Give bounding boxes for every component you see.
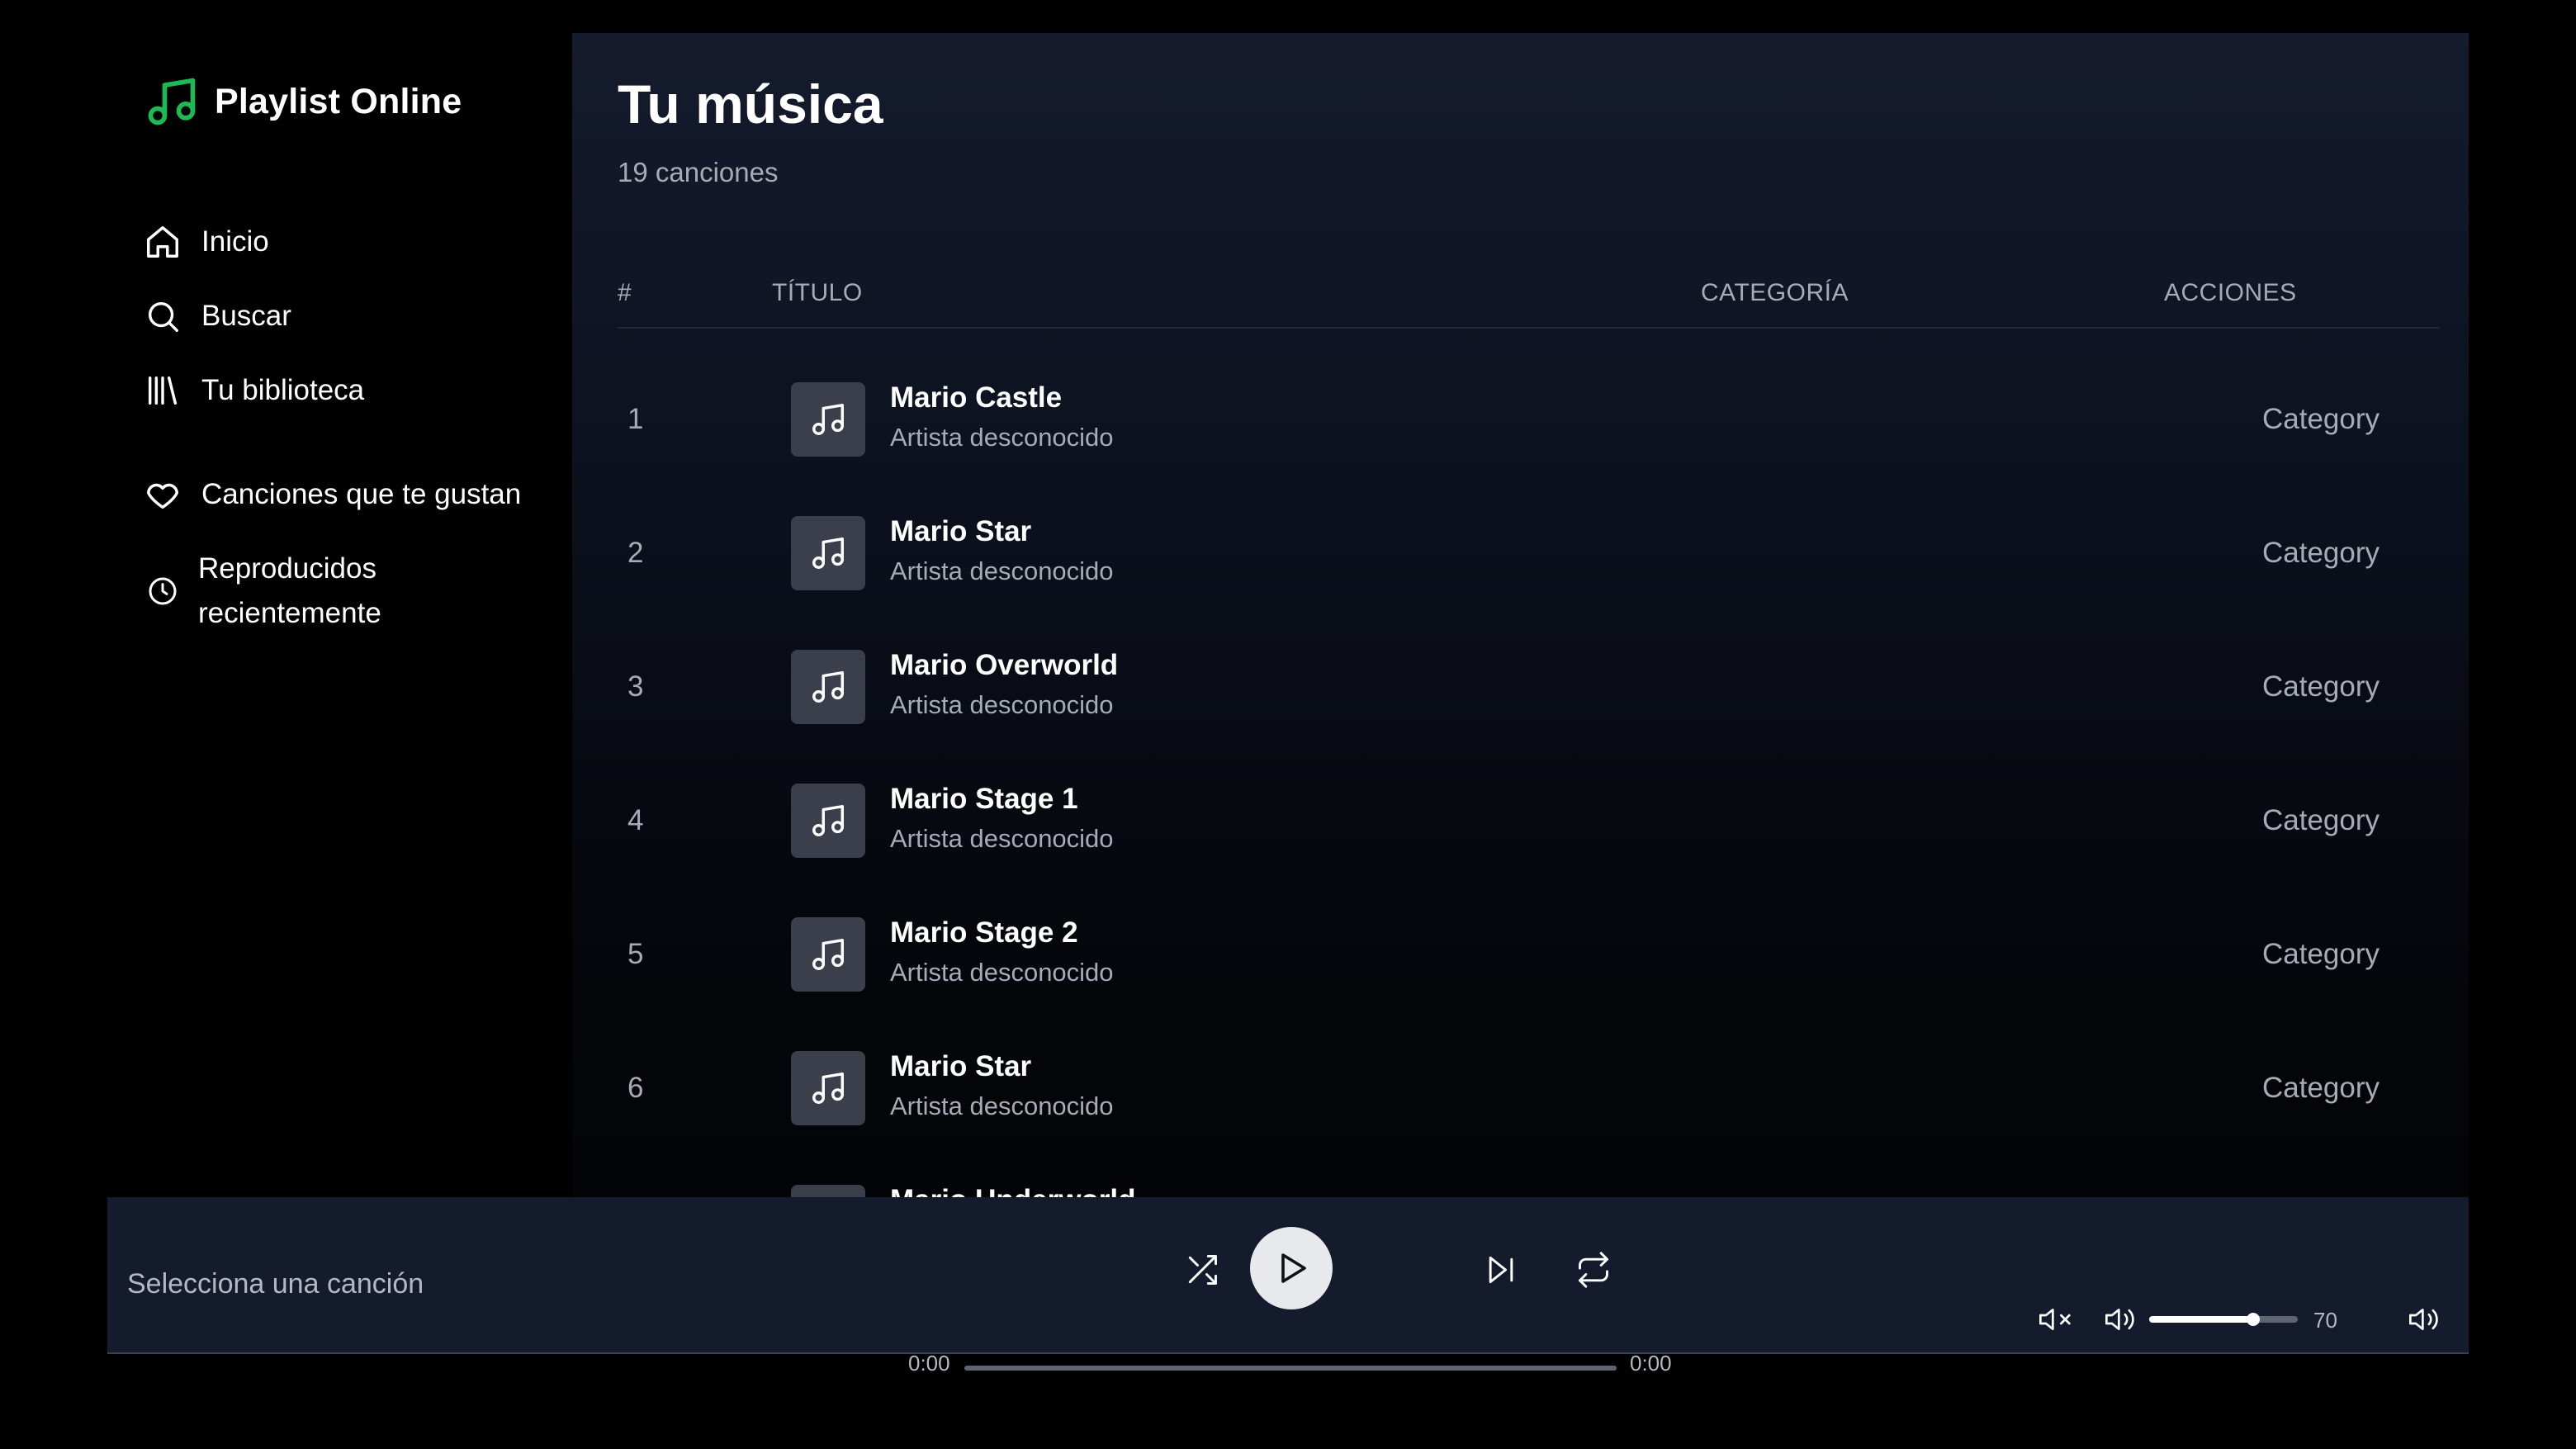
music-note-icon bbox=[809, 802, 847, 840]
app-name: Playlist Online bbox=[215, 81, 462, 121]
track-title[interactable]: Mario Castle bbox=[890, 381, 1062, 414]
volume-mute-icon bbox=[2038, 1303, 2074, 1336]
table-row[interactable]: 1 Mario Castle Artista desconocido Category bbox=[618, 353, 2440, 487]
track-title[interactable]: Mario Overworld bbox=[890, 649, 1118, 682]
next-button[interactable] bbox=[1478, 1247, 1524, 1293]
track-title[interactable]: Mario Star bbox=[890, 515, 1031, 548]
table-row[interactable]: 7Mario UnderworldArtista desconocidoCate… bbox=[618, 1156, 2440, 1197]
track-artwork bbox=[791, 382, 865, 457]
app-logo[interactable]: Playlist Online bbox=[144, 73, 462, 130]
volume-slider[interactable] bbox=[2149, 1313, 2298, 1326]
sidebar-item-label: Inicio bbox=[201, 225, 269, 258]
volume-up-icon bbox=[2408, 1303, 2444, 1336]
sidebar-item-label: Tu biblioteca bbox=[201, 374, 365, 406]
track-artwork bbox=[791, 784, 865, 858]
volume-max-button[interactable] bbox=[2408, 1303, 2444, 1339]
track-category: Category bbox=[2262, 537, 2380, 569]
track-number: 5 bbox=[627, 938, 644, 970]
table-row[interactable]: 2 Mario Star Artista desconocido Category bbox=[618, 487, 2440, 621]
home-icon bbox=[144, 223, 182, 261]
table-row[interactable]: 4 Mario Stage 1 Artista desconocido Categor… bbox=[618, 755, 2440, 888]
track-artwork bbox=[791, 917, 865, 992]
sidebar-item-liked-songs[interactable]: Canciones que te gustan bbox=[144, 472, 521, 517]
track-number: 4 bbox=[627, 804, 644, 836]
track-artwork bbox=[791, 1051, 865, 1125]
column-header-number: # bbox=[618, 279, 632, 306]
progress-bar[interactable] bbox=[964, 1366, 1617, 1371]
table-row[interactable]: 3 Mario Overworld Artista desconocido Categ… bbox=[618, 621, 2440, 755]
table-header: # TÍTULO CATEGORÍA ACCIONES bbox=[618, 263, 2440, 329]
track-category: Category bbox=[2262, 804, 2380, 836]
music-note-icon bbox=[809, 935, 847, 973]
music-note-icon bbox=[809, 400, 847, 438]
track-artwork bbox=[791, 1185, 865, 1197]
track-artist: Artista desconocido bbox=[890, 1091, 1114, 1120]
music-note-icon bbox=[809, 534, 847, 572]
column-header-actions: ACCIONES bbox=[2164, 279, 2297, 306]
app-window: Playlist Online Inicio Buscar Tu bibliot… bbox=[107, 33, 2469, 1376]
table-row[interactable]: 5 Mario Stage 2 Artista desconocido Categor… bbox=[618, 888, 2440, 1022]
sidebar-item-label: Canciones que te gustan bbox=[201, 478, 522, 510]
track-number: 1 bbox=[627, 403, 644, 435]
track-number: 6 bbox=[627, 1072, 644, 1104]
track-artist: Artista desconocido bbox=[890, 423, 1114, 452]
mute-button[interactable] bbox=[2038, 1303, 2074, 1339]
volume-value: 70 bbox=[2313, 1308, 2337, 1333]
main-panel: Tu música 19 canciones # TÍTULO CATEGORÍ… bbox=[572, 33, 2469, 1197]
volume-icon bbox=[2104, 1303, 2140, 1336]
now-playing-text: Selecciona una canción bbox=[127, 1268, 424, 1300]
music-note-icon bbox=[809, 668, 847, 706]
library-icon bbox=[144, 372, 182, 410]
music-note-icon bbox=[809, 1069, 847, 1107]
music-note-icon bbox=[144, 73, 200, 130]
heart-icon bbox=[144, 476, 182, 514]
volume-slider-fill bbox=[2149, 1316, 2253, 1323]
search-icon bbox=[144, 297, 182, 335]
sidebar-item-inicio[interactable]: Inicio bbox=[144, 220, 269, 264]
label-line: recientemente bbox=[198, 597, 381, 629]
track-category: Category bbox=[2262, 403, 2380, 435]
song-count: 19 canciones bbox=[618, 157, 779, 187]
sidebar-item-label: Reproducidos recientemente bbox=[198, 547, 381, 636]
shuffle-icon bbox=[1184, 1252, 1220, 1288]
track-title[interactable]: Mario Stage 1 bbox=[890, 783, 1078, 816]
track-title[interactable]: Mario Star bbox=[890, 1050, 1031, 1083]
table-row[interactable]: 6 Mario Star Artista desconocido Category bbox=[618, 1022, 2440, 1156]
track-artwork bbox=[791, 650, 865, 724]
sidebar-item-biblioteca[interactable]: Tu biblioteca bbox=[144, 368, 364, 413]
repeat-button[interactable] bbox=[1570, 1247, 1617, 1293]
track-artwork bbox=[791, 516, 865, 590]
label-line: Reproducidos bbox=[198, 552, 376, 585]
track-number: 2 bbox=[627, 537, 644, 569]
next-icon bbox=[1483, 1252, 1519, 1288]
play-icon bbox=[1271, 1248, 1311, 1288]
clock-icon bbox=[144, 575, 177, 608]
track-title[interactable]: Mario Stage 2 bbox=[890, 916, 1078, 949]
volume-down-button[interactable] bbox=[2104, 1303, 2140, 1339]
track-category: Category bbox=[2262, 1072, 2380, 1104]
track-artist: Artista desconocido bbox=[890, 824, 1114, 853]
sidebar-item-label: Buscar bbox=[201, 300, 291, 332]
volume-slider-handle[interactable] bbox=[2247, 1313, 2260, 1326]
page-title: Tu música bbox=[618, 73, 883, 135]
track-title[interactable]: Mario Underworld bbox=[890, 1184, 1136, 1197]
player-bar: Selecciona una canción 0:00 0:00 70 bbox=[107, 1197, 2469, 1376]
sidebar-item-recently-played[interactable]: Reproducidos recientemente bbox=[144, 547, 381, 636]
column-header-category[interactable]: CATEGORÍA bbox=[1701, 279, 1849, 307]
sidebar: Playlist Online Inicio Buscar Tu bibliot… bbox=[107, 33, 572, 1197]
track-category: Category bbox=[2262, 938, 2380, 970]
column-header-title[interactable]: TÍTULO bbox=[772, 279, 863, 307]
total-time: 0:00 bbox=[1630, 1351, 1672, 1376]
track-artist: Artista desconocido bbox=[890, 556, 1114, 585]
current-time: 0:00 bbox=[908, 1351, 950, 1376]
repeat-icon bbox=[1575, 1252, 1612, 1288]
play-button[interactable] bbox=[1250, 1227, 1333, 1309]
track-number: 3 bbox=[627, 670, 644, 703]
track-category: Category bbox=[2262, 670, 2380, 703]
track-artist: Artista desconocido bbox=[890, 690, 1114, 719]
track-artist: Artista desconocido bbox=[890, 958, 1114, 987]
sidebar-item-buscar[interactable]: Buscar bbox=[144, 294, 291, 339]
shuffle-button[interactable] bbox=[1179, 1247, 1225, 1293]
